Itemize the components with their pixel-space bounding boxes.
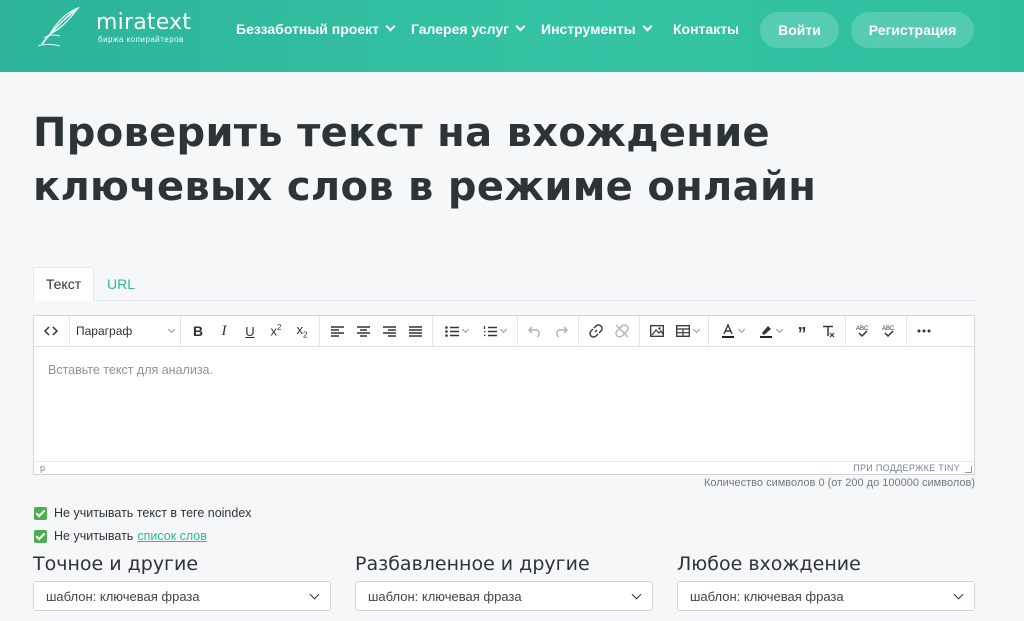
diluted-match-label: Разбавленное и другие [355,553,590,575]
register-button[interactable]: Регистрация [851,12,974,48]
spellcheck-icon[interactable]: ABC [850,319,876,343]
tab-url[interactable]: URL [107,267,135,301]
rich-text-editor: Параграф B I U x2 x2 ” ABC ABC Вставьте … [33,315,975,475]
logo-wordmark: miratext [96,10,192,35]
powered-by-tiny-link[interactable]: ПРИ ПОДДЕРЖКЕ TINY [853,463,960,473]
option-noindex: Не учитывать текст в теге noindex [34,506,252,520]
page-title: Проверить текст на вхождение ключевых сл… [33,106,933,214]
highlight-icon[interactable] [751,319,789,343]
character-count: Количество символов 0 (от 200 до 100000 … [704,477,975,489]
char-count-prefix: Количество символов [703,477,816,489]
noindex-label: Не учитывать текст в теге noindex [54,506,252,520]
nav-label: Инструменты [541,21,636,37]
chevron-down-icon [309,589,320,599]
logo[interactable]: miratext биржа копирайтеров [34,4,194,52]
link-icon[interactable] [583,319,609,343]
noindex-checkbox[interactable] [34,506,47,520]
nav-services-gallery[interactable]: Галерея услуг [411,21,526,37]
align-center-icon[interactable] [350,319,376,343]
diluted-match-group: Разбавленное и другие шаблон: ключевая ф… [355,552,653,611]
chevron-down-icon [461,325,469,334]
site-header: miratext биржа копирайтеров Беззаботный … [0,0,1024,72]
exact-match-value: шаблон: ключевая фраза [46,588,200,604]
editor-toolbar: Параграф B I U x2 x2 ” ABC ABC [34,315,974,347]
numbered-list-icon[interactable] [475,319,513,343]
align-right-icon[interactable] [376,319,402,343]
bold-icon[interactable]: B [185,319,211,343]
blockquote-icon[interactable]: ” [789,319,815,343]
chevron-down-icon [953,589,964,599]
any-match-label: Любое вхождение [677,553,861,575]
resize-handle-icon[interactable] [965,466,972,473]
superscript-icon[interactable]: x2 [263,319,289,343]
option-ignore-words: Не учитывать список слов [34,529,207,543]
logo-tagline: биржа копирайтеров [98,35,184,44]
nav-contacts[interactable]: Контакты [673,21,739,37]
chevron-down-icon [167,325,176,334]
underline-icon[interactable]: U [237,319,263,343]
editor-placeholder: Вставьте текст для анализа. [48,363,213,377]
diluted-match-value: шаблон: ключевая фраза [368,588,522,604]
ignore-words-checkbox[interactable] [34,529,47,543]
align-left-icon[interactable] [324,319,350,343]
chevron-down-icon [499,325,507,334]
image-icon[interactable] [644,319,670,343]
undo-icon[interactable] [522,319,548,343]
unlink-icon[interactable] [609,319,635,343]
chevron-down-icon [515,21,526,32]
clear-format-icon[interactable] [815,319,841,343]
char-count-suffix: (от 200 до 100000 символов) [827,477,975,489]
more-icon[interactable] [911,319,937,343]
login-button[interactable]: Войти [760,12,839,48]
element-path[interactable]: p [40,463,45,473]
char-count-value: 0 [818,477,825,489]
chevron-down-icon [385,21,396,32]
editor-content-area[interactable]: Вставьте текст для анализа. [34,347,974,461]
nav-label: Контакты [673,21,740,37]
page-title-line2: ключевых слов в режиме онлайн [33,164,817,210]
chevron-down-icon [642,21,652,32]
chevron-down-icon [692,325,700,334]
exact-match-label: Точное и другие [33,553,199,575]
chevron-down-icon [737,325,745,334]
page-title-line1: Проверить текст на вхождение [33,110,770,156]
any-match-group: Любое вхождение шаблон: ключевая фраза [677,552,975,611]
align-justify-icon[interactable] [402,319,428,343]
diluted-match-select[interactable]: шаблон: ключевая фраза [355,581,653,611]
tab-text[interactable]: Текст [33,267,94,301]
exact-match-group: Точное и другие шаблон: ключевая фраза [33,552,331,611]
nav-carefree-project[interactable]: Беззаботный проект [236,21,396,37]
quill-logo-icon [37,6,80,47]
nav-tools[interactable]: Инструменты [541,21,652,37]
chevron-down-icon [775,325,783,334]
redo-icon[interactable] [548,319,574,343]
any-match-select[interactable]: шаблон: ключевая фраза [677,581,975,611]
input-mode-tabs: Текст URL [33,267,975,301]
bullet-list-icon[interactable] [437,319,475,343]
ignore-words-label: Не учитывать [54,529,134,543]
italic-icon[interactable]: I [211,319,237,343]
paragraph-format-select[interactable]: Параграф [70,319,180,343]
editor-statusbar: p ПРИ ПОДДЕРЖКЕ TINY [34,461,974,474]
nav-label: Галерея услуг [411,21,509,37]
paragraph-format-label: Параграф [76,324,133,338]
chevron-down-icon [631,589,642,599]
text-color-icon[interactable] [713,319,751,343]
spellcheck-language-icon[interactable]: ABC [876,319,902,343]
table-icon[interactable] [670,319,704,343]
subscript-icon[interactable]: x2 [289,319,315,343]
word-list-link[interactable]: список слов [137,529,207,543]
any-match-value: шаблон: ключевая фраза [690,588,844,604]
code-icon[interactable] [38,319,64,343]
nav-label: Беззаботный проект [236,21,380,37]
exact-match-select[interactable]: шаблон: ключевая фраза [33,581,331,611]
